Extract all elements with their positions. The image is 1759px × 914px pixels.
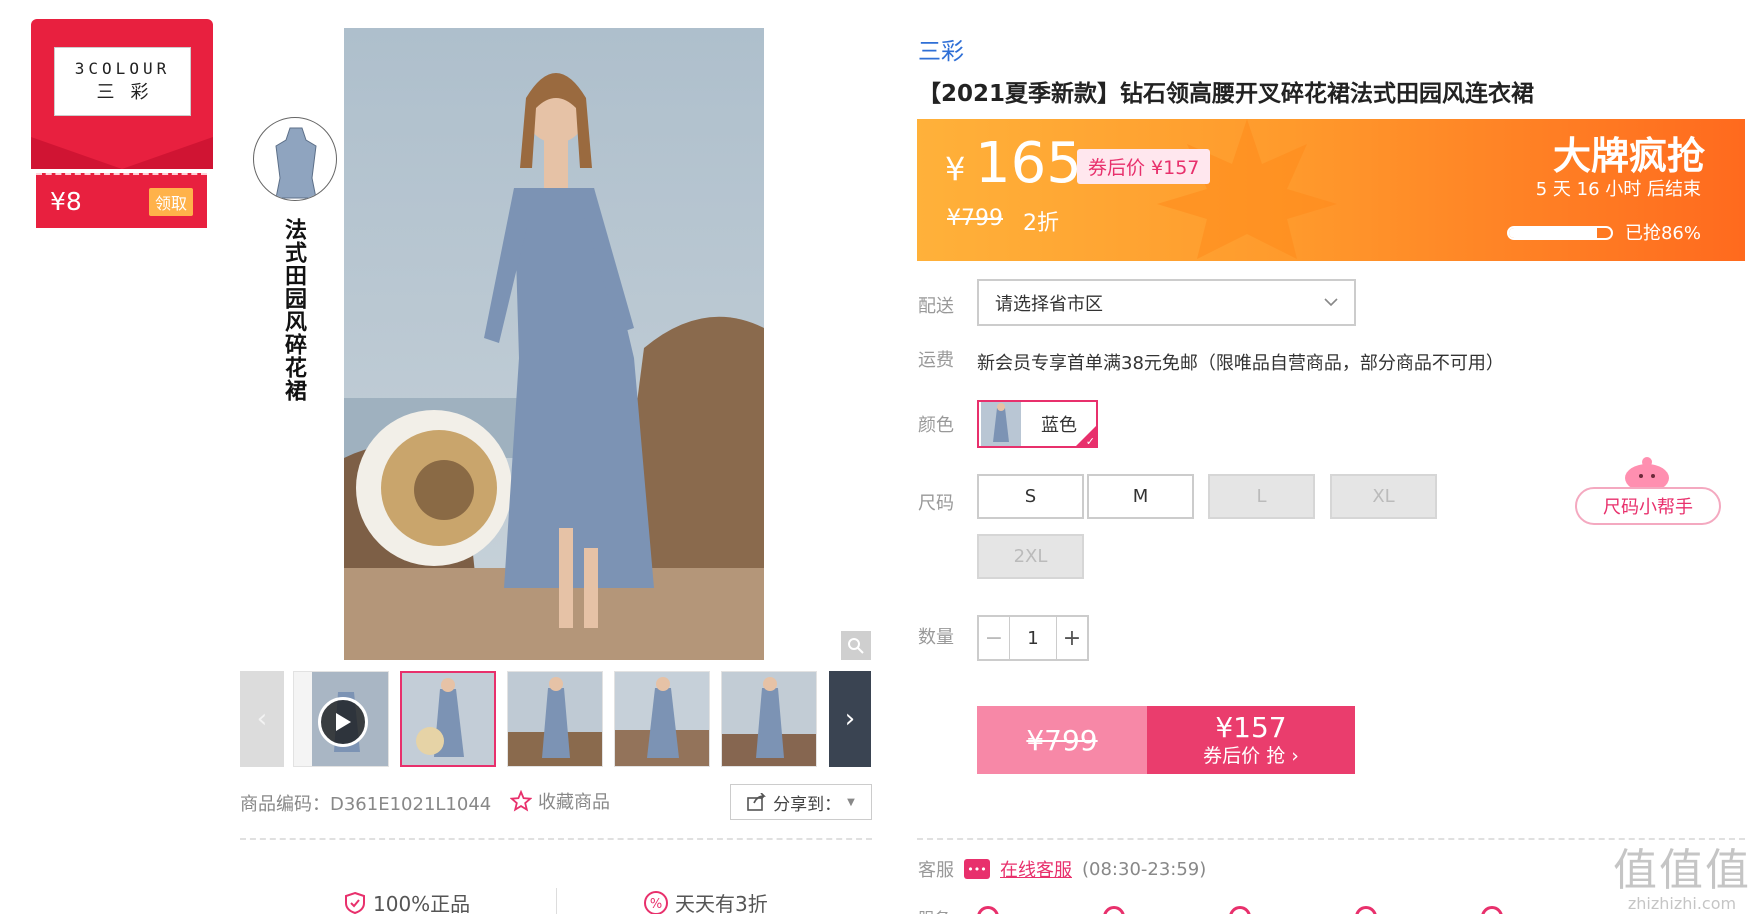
- quantity-label: 数量: [918, 627, 954, 648]
- guarantee-discount-label: 天天有3折: [675, 892, 768, 914]
- service-icon: [1481, 906, 1503, 914]
- service-icon: [977, 906, 999, 914]
- quantity-stepper: − 1 +: [977, 615, 1089, 661]
- product-title: 【2021夏季新款】钻石领高腰开叉碎花裙法式田园风连衣裙: [918, 81, 1535, 107]
- maple-leaf-icon: [1157, 119, 1337, 259]
- thumbnail-photo[interactable]: [507, 671, 603, 767]
- region-select[interactable]: 请选择省市区: [977, 279, 1356, 326]
- coupon-price-badge: 券后价 ¥157: [1077, 149, 1211, 184]
- size-option-2xl[interactable]: 2XL: [977, 534, 1084, 579]
- main-product-photo[interactable]: [344, 28, 764, 660]
- color-option-label: 蓝色: [1041, 415, 1077, 436]
- color-swatch-thumbnail: [981, 402, 1021, 446]
- chevron-down-icon: [1324, 298, 1338, 307]
- thumbnail-photo[interactable]: [400, 671, 496, 767]
- brand-logo-cn: 三彩: [96, 82, 165, 103]
- zoom-icon[interactable]: [841, 631, 871, 660]
- online-service-link[interactable]: 在线客服: [1000, 856, 1072, 882]
- star-icon: [510, 790, 532, 812]
- thumbnail-photo[interactable]: [721, 671, 817, 767]
- service-icon: [1355, 906, 1377, 914]
- size-option-s[interactable]: S: [977, 474, 1084, 519]
- service-icon: [1229, 906, 1251, 914]
- sold-progress-fill: [1509, 228, 1597, 238]
- price-currency: ¥: [945, 150, 966, 188]
- size-helper-button[interactable]: 尺码小帮手: [1575, 487, 1721, 525]
- thumbnail-photo[interactable]: [614, 671, 710, 767]
- sold-percentage: 已抢86%: [1624, 223, 1701, 244]
- buy-coupon-price: ¥157: [1215, 711, 1287, 744]
- favorite-button[interactable]: 收藏商品: [510, 788, 610, 814]
- quantity-input[interactable]: 1: [1009, 617, 1057, 659]
- color-option-blue[interactable]: 蓝色 ✓: [977, 400, 1098, 448]
- guarantee-authentic: 100%正品: [343, 888, 470, 914]
- brand-coupon-card: 3COLOUR 三彩 ¥8 领取: [31, 19, 213, 228]
- chevron-down-icon: ▼: [847, 796, 855, 808]
- sale-price: 165: [975, 131, 1082, 196]
- site-watermark: 值值值 zhizhizhi.com: [1612, 834, 1752, 913]
- divider: [556, 888, 557, 914]
- size-option-xl[interactable]: XL: [1330, 474, 1437, 519]
- guarantee-discount: % 天天有3折: [643, 888, 768, 914]
- coupon-strip: ¥8 领取: [36, 173, 207, 228]
- discount-icon: %: [644, 890, 668, 914]
- sold-progress-bar: [1507, 226, 1613, 240]
- size-option-m[interactable]: M: [1087, 474, 1194, 519]
- share-label: 分享到：: [773, 794, 842, 815]
- service-label: 客服: [918, 860, 954, 881]
- watermark-logo: 值值值: [1613, 845, 1751, 896]
- brand-logo-en: 3COLOUR: [74, 59, 171, 78]
- customer-service-row: 客服 ••• 在线客服 (08:30-23:59): [918, 856, 1206, 882]
- flash-sale-banner: ¥ 165 券后价 ¥157 ¥799 2折 大牌疯抢 5 天 16 小时 后结…: [917, 119, 1745, 261]
- color-label: 颜色: [918, 415, 954, 436]
- thumbnail-next-button[interactable]: ›: [829, 671, 871, 767]
- thumbnail-prev-button[interactable]: ‹: [240, 671, 284, 767]
- buy-now-button[interactable]: ¥157 券后价 抢 ›: [1147, 706, 1355, 774]
- claim-coupon-button[interactable]: 领取: [148, 187, 193, 216]
- size-option-l[interactable]: L: [1208, 474, 1315, 519]
- size-label: 尺码: [918, 493, 954, 514]
- svg-text:%: %: [650, 897, 662, 912]
- favorite-label: 收藏商品: [538, 792, 610, 813]
- share-icon: [747, 793, 767, 811]
- original-price: ¥799: [947, 206, 1003, 231]
- chat-icon: •••: [964, 859, 990, 879]
- divider: [240, 838, 872, 840]
- side-caption: 法式田园风碎花裙: [281, 218, 307, 402]
- discount-rate: 2折: [1023, 211, 1059, 236]
- service-icon: [1103, 906, 1125, 914]
- dress-sketch-thumbnail: [253, 117, 337, 201]
- quantity-decrease-button[interactable]: −: [979, 617, 1009, 659]
- brand-link[interactable]: 三彩: [918, 32, 964, 66]
- buy-cta-label: 券后价 抢 ›: [1203, 745, 1299, 767]
- service-hours: (08:30-23:59): [1082, 858, 1207, 880]
- product-code: 商品编码：D361E1021L1044: [240, 794, 492, 815]
- thumbnail-video[interactable]: [293, 671, 389, 767]
- region-placeholder: 请选择省市区: [995, 293, 1103, 315]
- freight-text: 新会员专享首单满38元免邮（限唯品自营商品，部分商品不可用）: [977, 353, 1504, 374]
- shield-icon: [345, 891, 365, 914]
- shipping-label: 配送: [918, 296, 954, 317]
- check-icon: ✓: [1085, 435, 1095, 448]
- mascot-icon: [1625, 457, 1669, 490]
- original-price-button[interactable]: ¥799: [977, 706, 1147, 774]
- countdown-timer: 5 天 16 小时 后结束: [1535, 179, 1701, 200]
- quantity-increase-button[interactable]: +: [1057, 617, 1087, 659]
- flash-sale-title: 大牌疯抢: [1552, 134, 1705, 178]
- share-button[interactable]: 分享到： ▼: [730, 784, 872, 820]
- guarantee-authentic-label: 100%正品: [373, 892, 471, 914]
- freight-label: 运费: [918, 350, 954, 371]
- watermark-url: zhizhizhi.com: [1627, 894, 1737, 913]
- brand-logo[interactable]: 3COLOUR 三彩: [54, 47, 191, 116]
- coupon-amount: ¥8: [50, 187, 82, 216]
- service-label-2: 服务: [918, 905, 950, 914]
- play-icon[interactable]: [318, 697, 368, 747]
